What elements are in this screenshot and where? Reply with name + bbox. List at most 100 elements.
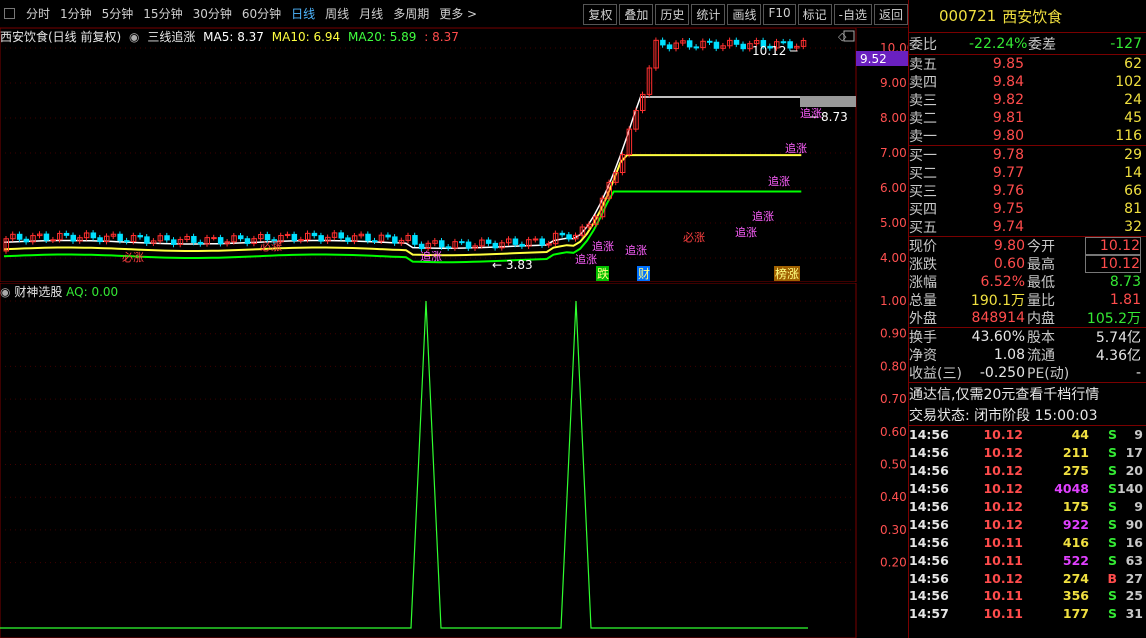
indicator-toggle-icon[interactable]: ◉ <box>0 285 10 299</box>
trade-status: 交易状态: 闭市阶段 15:00:03 <box>909 407 1098 424</box>
period-tab-3[interactable]: 15分钟 <box>138 5 187 22</box>
candle-body <box>90 232 97 239</box>
stat-value: 848914 <box>971 310 1025 326</box>
period-tab-7[interactable]: 周线 <box>320 5 354 22</box>
indicator-tick-label: 0.40 <box>880 490 907 504</box>
period-tab-9[interactable]: 多周期 <box>388 5 434 22</box>
bid-row[interactable]: 买三 9.76 66 <box>909 182 1146 200</box>
toolbar-button-1[interactable]: 叠加 <box>619 4 654 25</box>
stat-value: 10.12 <box>1085 237 1141 255</box>
period-tab-5[interactable]: 60分钟 <box>237 5 286 22</box>
candle-body <box>197 241 204 245</box>
tick-side: S <box>1107 552 1117 568</box>
ask-book: 卖五 9.85 62 卖四 9.84 102 卖三 9.82 24 卖二 9.81 45 卖一 9.80 1… <box>909 55 1146 145</box>
candle-body <box>512 238 519 245</box>
ask-row[interactable]: 卖三 9.82 24 <box>909 91 1146 109</box>
stat-value: 0.60 <box>993 256 1025 272</box>
stat-label: 最高 <box>1027 257 1055 273</box>
high-label: 10.12 ─ <box>752 44 798 58</box>
candle-body <box>23 238 30 243</box>
ask-price: 9.84 <box>992 74 1024 90</box>
bid-row[interactable]: 买一 9.78 29 <box>909 146 1146 164</box>
tick-price: 10.11 <box>983 552 1023 568</box>
period-tab-10[interactable]: 更多 > <box>434 5 482 22</box>
bid-volume: 29 <box>1124 147 1142 163</box>
toolbar-button-4[interactable]: 画线 <box>727 4 762 25</box>
toolbar-button-6[interactable]: 标记 <box>797 4 832 25</box>
tick-side: S <box>1107 463 1117 479</box>
event-marker[interactable]: 财 <box>638 267 650 281</box>
candle-body <box>439 240 445 248</box>
candle-body <box>412 235 418 245</box>
period-tab-6[interactable]: 日线 <box>286 5 320 22</box>
candle-body <box>740 43 746 50</box>
tick-count: 25 <box>1125 588 1143 604</box>
bid-row[interactable]: 买二 9.77 14 <box>909 164 1146 182</box>
candle-body <box>532 238 539 241</box>
period-tab-2[interactable]: 5分钟 <box>97 5 139 22</box>
kline-info-bar: 西安饮食(日线 前复权) ◉ 三线追涨 MA5: 8.37 MA10: 6.94… <box>0 28 860 44</box>
price-tick-label: 5.00 <box>880 216 907 230</box>
formula-icon[interactable]: ◉ <box>129 30 139 44</box>
ma10-value: MA10: 6.94 <box>271 30 341 44</box>
tick-volume: 356 <box>1062 588 1089 604</box>
candle-body <box>217 237 224 245</box>
period-tab-0[interactable]: 分时 <box>21 5 55 22</box>
period-tab-4[interactable]: 30分钟 <box>188 5 237 22</box>
indicator-info-bar: ◉ 财神选股 AQ: 0.00 <box>0 283 118 299</box>
toolbar-button-8[interactable]: 返回 <box>873 4 908 25</box>
menu-square-icon[interactable] <box>4 8 15 19</box>
signal2-label: 必涨 <box>122 251 144 264</box>
ask-row[interactable]: 卖五 9.85 62 <box>909 55 1146 73</box>
candle-body <box>124 240 130 243</box>
stat-label: 股本 <box>1027 330 1055 346</box>
candle-body <box>43 233 50 241</box>
signal2-label: 必涨 <box>683 231 705 244</box>
bid-row[interactable]: 买五 9.74 32 <box>909 218 1146 236</box>
tick-volume: 275 <box>1062 463 1089 479</box>
candle-body <box>144 236 150 244</box>
tick-row: 14:56 10.11 416 S 16 <box>909 533 1146 551</box>
stat-label: PE(动) <box>1027 366 1070 382</box>
event-marker[interactable]: 跌 <box>597 266 609 281</box>
indicator-name[interactable]: 财神选股 <box>14 285 62 299</box>
tick-count: 140 <box>1117 481 1144 497</box>
indicator-tick-label: 0.90 <box>880 327 907 341</box>
ask-row[interactable]: 卖二 9.81 45 <box>909 109 1146 127</box>
signal-label: 追涨 <box>785 141 807 155</box>
ask-price: 9.81 <box>992 110 1024 126</box>
ma20-value: MA20: 5.89 <box>348 30 417 44</box>
stat-value: 8.73 <box>1109 274 1141 290</box>
bid-volume: 14 <box>1124 165 1142 181</box>
toolbar-button-0[interactable]: 复权 <box>583 4 618 25</box>
price-tick-label: 9.00 <box>880 76 907 90</box>
indicator-chart[interactable]: 1.00 0.90 0.80 0.70 0.60 0.50 0.40 0.30 0.20 <box>0 283 908 638</box>
ma5-value: MA5: 8.37 <box>203 30 264 44</box>
ask-row[interactable]: 卖四 9.84 102 <box>909 73 1146 91</box>
kline-chart[interactable]: 10.009.008.007.006.005.004.0010.12 ─← 3.… <box>0 28 908 282</box>
tick-price: 10.11 <box>983 606 1023 622</box>
bid-row[interactable]: 买四 9.75 81 <box>909 200 1146 218</box>
signal-label: 追涨 <box>575 252 597 266</box>
ask-label: 卖五 <box>909 57 937 73</box>
period-tab-8[interactable]: 月线 <box>354 5 388 22</box>
toolbar-button-3[interactable]: 统计 <box>691 4 726 25</box>
stat-value: 190.1万 <box>970 293 1025 309</box>
tick-list[interactable]: 14:56 10.12 44 S 9 14:56 10.12 211 S 17 14:56 10.12… <box>909 426 1146 623</box>
promo-text[interactable]: 通达信,仅需20元查看千档行情 <box>909 383 1146 404</box>
toolbar-button-5[interactable]: F10 <box>763 4 796 25</box>
signal-label: 追涨 <box>735 225 757 239</box>
ask-row[interactable]: 卖一 9.80 116 <box>909 127 1146 145</box>
stat-row: 外盘 848914 内盘 105.2万 <box>909 309 1146 327</box>
stat-value: 5.74亿 <box>1095 330 1141 346</box>
tick-row: 14:56 10.12 274 B 27 <box>909 569 1146 587</box>
period-tab-1[interactable]: 1分钟 <box>55 5 97 22</box>
stat-value: 1.08 <box>993 347 1025 363</box>
formula-name[interactable]: 三线追涨 <box>147 30 195 44</box>
cursor-price: 9.52 <box>860 52 887 66</box>
event-marker[interactable]: 榜涨 <box>775 266 799 281</box>
candle-body <box>137 235 143 238</box>
tick-time: 14:56 <box>909 570 949 586</box>
toolbar-button-7[interactable]: -自选 <box>833 4 872 25</box>
toolbar-button-2[interactable]: 历史 <box>655 4 690 25</box>
